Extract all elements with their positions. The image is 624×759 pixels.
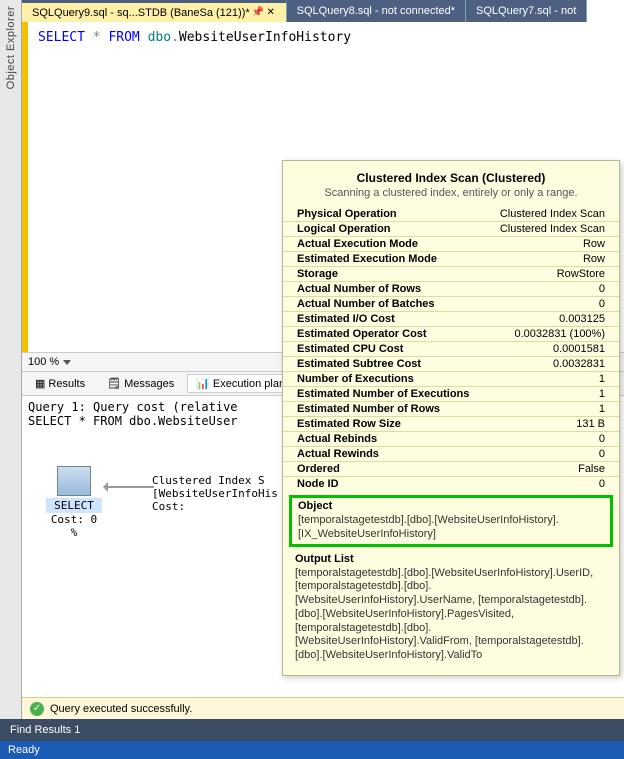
pin-icon[interactable]: 📌 <box>253 8 263 18</box>
close-icon[interactable]: ✕ <box>266 8 276 18</box>
success-icon: ✓ <box>30 702 44 716</box>
tooltip-desc: Scanning a clustered index, entirely or … <box>283 187 619 207</box>
tooltip-title: Clustered Index Scan (Clustered) <box>283 167 619 187</box>
tooltip-output-section: Output List [temporalstagetestdb].[dbo].… <box>289 551 613 665</box>
plan-icon: 📊 <box>196 377 210 390</box>
grid-icon: ▦ <box>35 377 45 390</box>
tt-row: Node ID0 <box>283 477 619 491</box>
sidebar-object-explorer[interactable]: Object Explorer <box>0 0 22 730</box>
tooltip-table: Physical OperationClustered Index Scan L… <box>283 207 619 491</box>
tt-row: Logical OperationClustered Index Scan <box>283 222 619 237</box>
plan-arrow <box>104 486 154 488</box>
status-bar: ✓ Query executed successfully. <box>22 697 624 719</box>
chevron-down-icon[interactable] <box>63 360 71 365</box>
sidebar-label: Object Explorer <box>5 6 17 89</box>
tooltip-object-title: Object <box>298 500 604 512</box>
tt-row: Number of Executions1 <box>283 372 619 387</box>
tt-row: Estimated CPU Cost0.0001581 <box>283 342 619 357</box>
plan-node-select[interactable]: SELECT Cost: 0 % <box>46 466 102 539</box>
select-icon <box>57 466 91 496</box>
operator-tooltip: Clustered Index Scan (Clustered) Scannin… <box>282 160 620 676</box>
ready-label: Ready <box>8 744 40 756</box>
tt-row: Actual Number of Rows0 <box>283 282 619 297</box>
tooltip-object-section: Object [temporalstagetestdb].[dbo].[Webs… <box>289 495 613 547</box>
tab-execution-plan[interactable]: 📊 Execution plan <box>187 374 294 393</box>
document-tabs: SQLQuery9.sql - sq...STDB (BaneSa (121))… <box>22 0 587 22</box>
tt-row: Estimated Operator Cost0.0032831 (100%) <box>283 327 619 342</box>
tt-row: Physical OperationClustered Index Scan <box>283 207 619 222</box>
tab-messages[interactable]: 🗒 Messages <box>98 374 183 393</box>
tt-row: Estimated Execution ModeRow <box>283 252 619 267</box>
tab-label: SQLQuery9.sql - sq...STDB (BaneSa (121))… <box>32 7 250 19</box>
tab-sqlquery8[interactable]: SQLQuery8.sql - not connected* <box>287 0 466 22</box>
find-results-panel[interactable]: Find Results 1 <box>0 719 624 741</box>
tab-label: Execution plan <box>213 378 285 390</box>
select-label: SELECT <box>46 498 102 513</box>
tab-sqlquery9[interactable]: SQLQuery9.sql - sq...STDB (BaneSa (121))… <box>22 0 287 22</box>
tt-row: Actual Rebinds0 <box>283 432 619 447</box>
tt-row: Actual Rewinds0 <box>283 447 619 462</box>
tab-label: Messages <box>124 378 174 390</box>
tt-row: Estimated Number of Executions1 <box>283 387 619 402</box>
tt-row: StorageRowStore <box>283 267 619 282</box>
message-icon: 🗒 <box>107 377 121 390</box>
tab-sqlquery7[interactable]: SQLQuery7.sql - not <box>466 0 587 22</box>
tt-row: Estimated Number of Rows1 <box>283 402 619 417</box>
status-text: Query executed successfully. <box>50 703 192 715</box>
plan-node-scan[interactable]: Clustered Index S [WebsiteUserInfoHis Co… <box>152 474 278 513</box>
tt-row: Estimated Subtree Cost0.0032831 <box>283 357 619 372</box>
tooltip-output-body: [temporalstagetestdb].[dbo].[WebsiteUser… <box>295 567 607 663</box>
tt-row: Actual Execution ModeRow <box>283 237 619 252</box>
tt-row: Estimated I/O Cost0.003125 <box>283 312 619 327</box>
ready-bar: Ready <box>0 741 624 759</box>
tab-label: SQLQuery7.sql - not <box>476 5 576 17</box>
tt-row: Estimated Row Size131 B <box>283 417 619 432</box>
tooltip-output-title: Output List <box>295 553 607 565</box>
find-results-label: Find Results 1 <box>10 724 80 736</box>
tt-row: Actual Number of Batches0 <box>283 297 619 312</box>
zoom-value: 100 % <box>28 356 59 368</box>
tab-results[interactable]: ▦ Results <box>26 374 94 393</box>
tooltip-object-body: [temporalstagetestdb].[dbo].[WebsiteUser… <box>298 514 604 542</box>
tt-row: OrderedFalse <box>283 462 619 477</box>
tab-label: Results <box>48 378 85 390</box>
select-cost: Cost: 0 % <box>46 513 102 539</box>
tab-label: SQLQuery8.sql - not connected* <box>297 5 455 17</box>
